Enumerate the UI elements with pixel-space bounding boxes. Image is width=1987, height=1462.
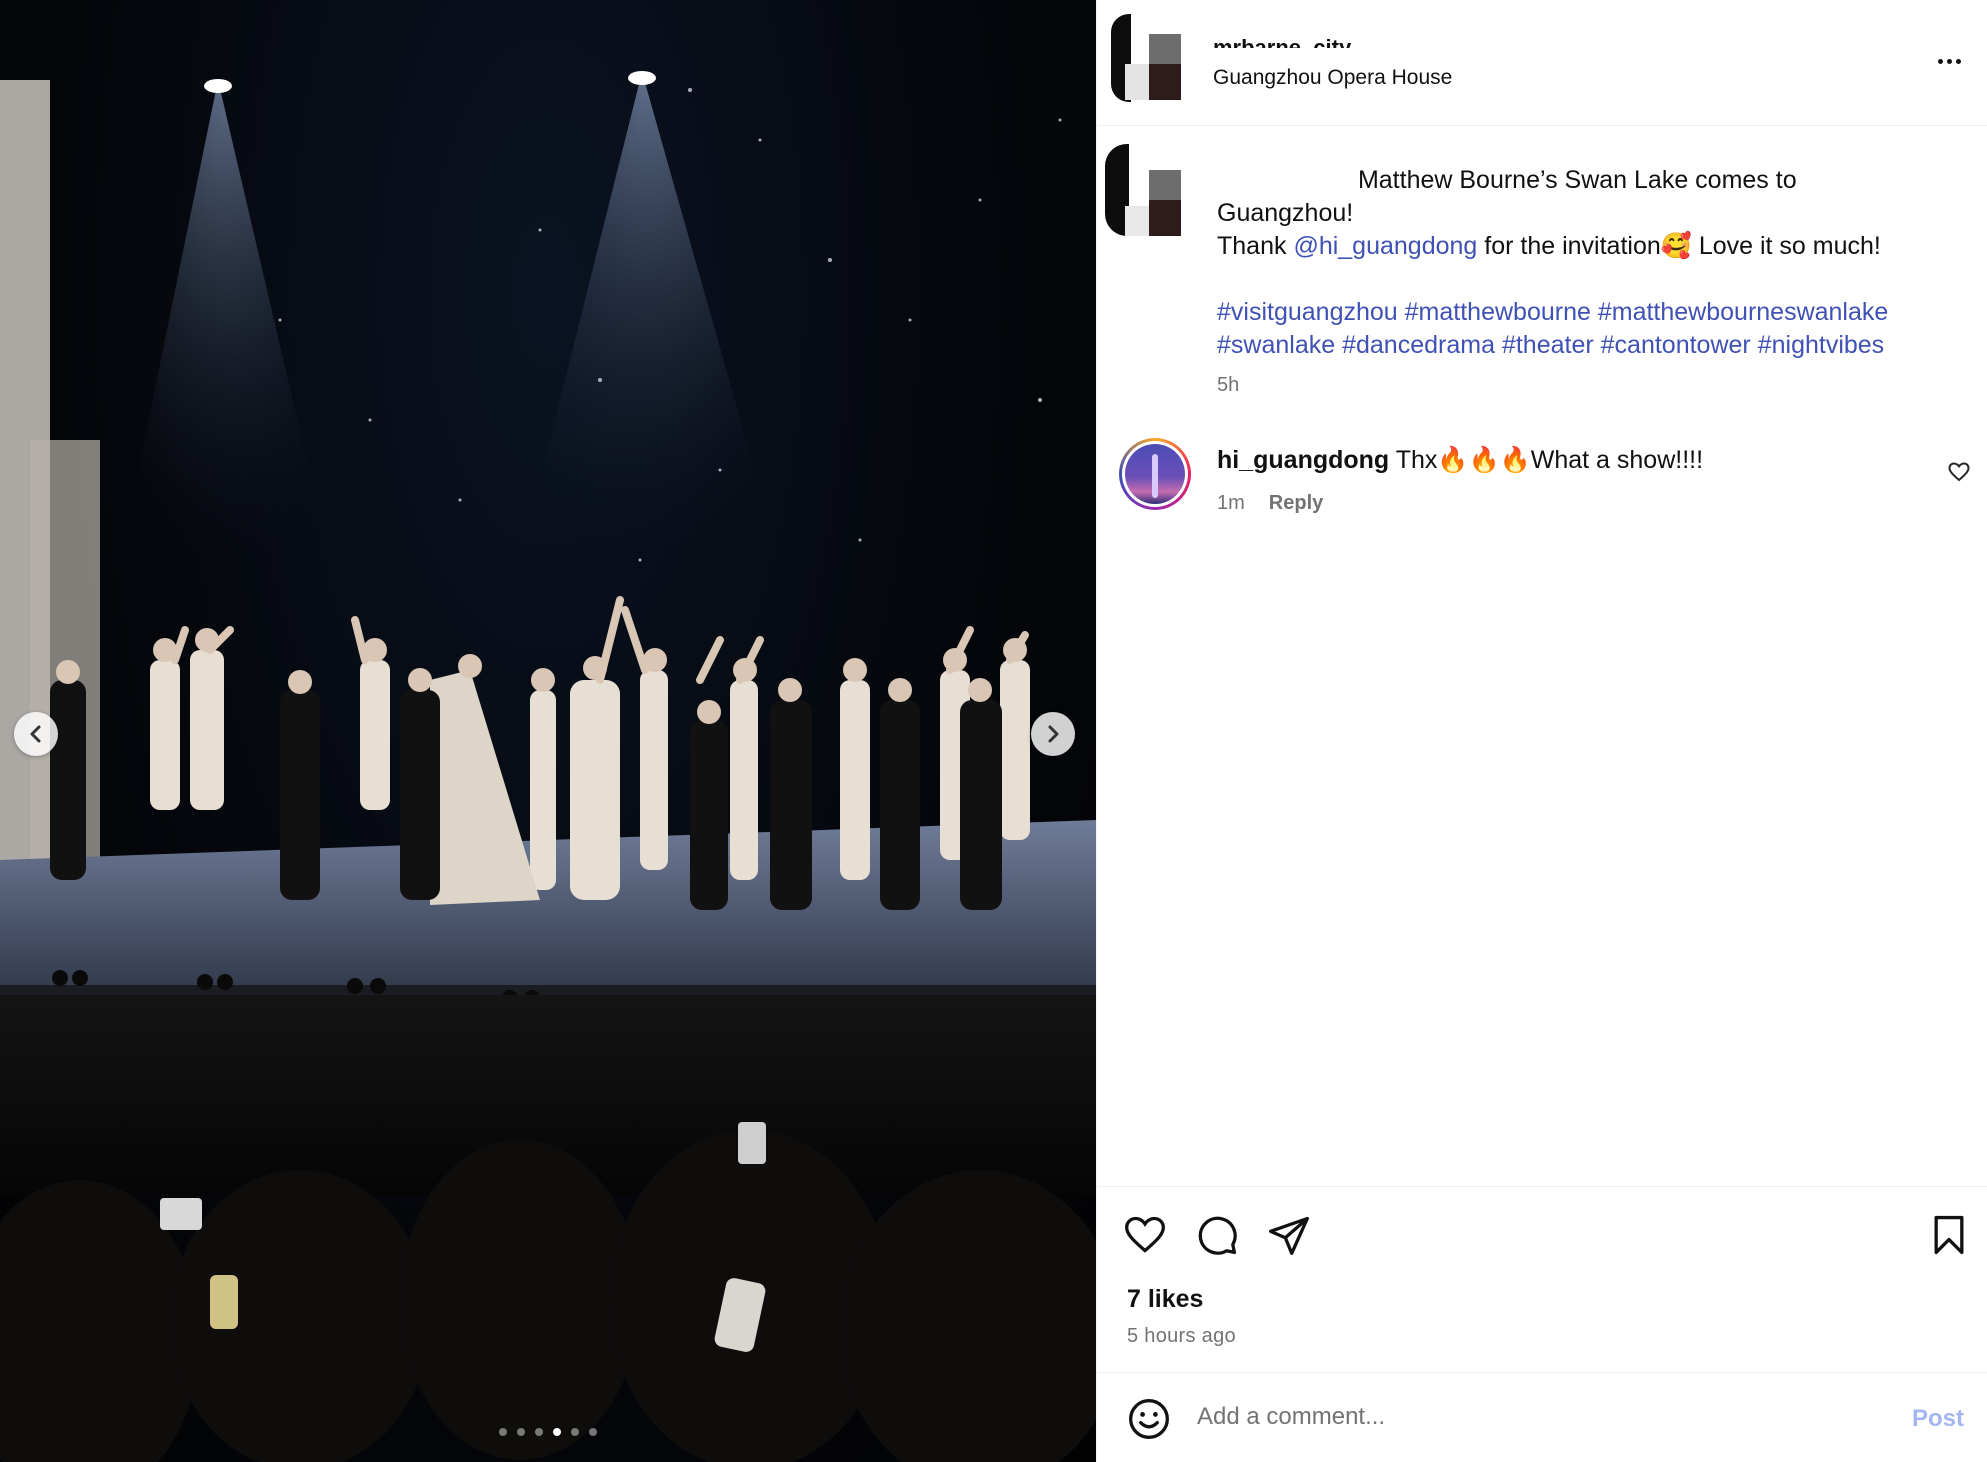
hashtag-link[interactable]: #matthewbourneswanlake xyxy=(1598,298,1888,326)
hashtag-link[interactable]: #matthewbourne xyxy=(1405,298,1591,326)
comment-composer: Post xyxy=(1097,1372,1987,1462)
author-username[interactable]: mrbarne_city xyxy=(1213,24,1373,48)
like-icon[interactable] xyxy=(1123,1213,1167,1257)
post-location[interactable]: Guangzhou Opera House xyxy=(1213,66,1452,90)
author-avatar[interactable] xyxy=(1111,14,1181,104)
post-timestamp[interactable]: 5 hours ago xyxy=(1127,1325,1236,1348)
next-slide-button[interactable] xyxy=(1031,712,1075,756)
carousel-dot xyxy=(517,1428,525,1436)
comment-text: Thx🔥🔥🔥What a show!!!! xyxy=(1389,446,1704,474)
chevron-right-icon xyxy=(1048,725,1059,743)
hashtag-link[interactable]: #swanlake xyxy=(1217,331,1335,359)
reply-button[interactable]: Reply xyxy=(1269,492,1323,515)
commenter-username[interactable]: hi_guangdong xyxy=(1217,446,1389,474)
post-header: mrbarne_city Guangzhou Opera House xyxy=(1097,0,1987,126)
hashtag-link[interactable]: #dancedrama xyxy=(1342,331,1495,359)
carousel-indicator xyxy=(0,1428,1096,1436)
caption-line-1: Matthew Bourne’s Swan Lake comes to xyxy=(1351,166,1797,194)
like-count[interactable]: 7 likes xyxy=(1127,1285,1203,1314)
redacted-text xyxy=(1217,170,1351,193)
commenter-avatar[interactable] xyxy=(1119,438,1191,510)
comment-input[interactable] xyxy=(1197,1395,1857,1439)
more-options-button[interactable] xyxy=(1929,50,1969,72)
stage-photo xyxy=(0,71,1096,1462)
comment-body: hi_guangdong Thx🔥🔥🔥What a show!!!! xyxy=(1217,446,1703,475)
caption-thank-prefix: Thank xyxy=(1217,232,1294,260)
carousel-dot xyxy=(535,1428,543,1436)
carousel-dot xyxy=(499,1428,507,1436)
mention-link[interactable]: @hi_guangdong xyxy=(1293,232,1477,260)
hashtag-link[interactable]: #cantontower xyxy=(1601,331,1751,359)
comment-item: hi_guangdong Thx🔥🔥🔥What a show!!!! 1m Re… xyxy=(1097,434,1987,514)
post-comment-button[interactable]: Post xyxy=(1912,1405,1964,1433)
more-dots-icon xyxy=(1937,58,1943,64)
bookmark-icon[interactable] xyxy=(1927,1213,1971,1257)
carousel-dot xyxy=(589,1428,597,1436)
carousel-dot xyxy=(571,1428,579,1436)
comment-icon[interactable] xyxy=(1195,1213,1239,1257)
post-caption: Matthew Bourne’s Swan Lake comes to Guan… xyxy=(1217,164,1967,362)
hashtag-link[interactable]: #nightvibes xyxy=(1758,331,1884,359)
comment-like-icon[interactable] xyxy=(1947,460,1971,484)
comment-meta: 1m Reply xyxy=(1217,492,1323,515)
emoji-icon[interactable] xyxy=(1127,1397,1171,1441)
share-icon[interactable] xyxy=(1267,1213,1311,1257)
hashtag-list: #visitguangzhou #matthewbourne #matthewb… xyxy=(1217,296,1967,362)
carousel-dot xyxy=(553,1428,561,1436)
caption-author-avatar[interactable] xyxy=(1105,140,1185,240)
comment-timestamp: 1m xyxy=(1217,492,1245,514)
caption-thank-suffix: for the invitation🥰 Love it so much! xyxy=(1477,232,1881,260)
caption-timestamp[interactable]: 5h xyxy=(1217,374,1239,397)
hashtag-link[interactable]: #visitguangzhou xyxy=(1217,298,1398,326)
post-details-panel: mrbarne_city Guangzhou Opera House Matth… xyxy=(1096,0,1987,1462)
caption-line-2: Guangzhou! xyxy=(1217,199,1354,227)
post-media xyxy=(0,0,1096,1462)
hashtag-link[interactable]: #theater xyxy=(1502,331,1594,359)
previous-slide-button[interactable] xyxy=(14,712,58,756)
chevron-left-icon xyxy=(30,725,41,743)
post-actions: 7 likes 5 hours ago xyxy=(1097,1186,1987,1370)
